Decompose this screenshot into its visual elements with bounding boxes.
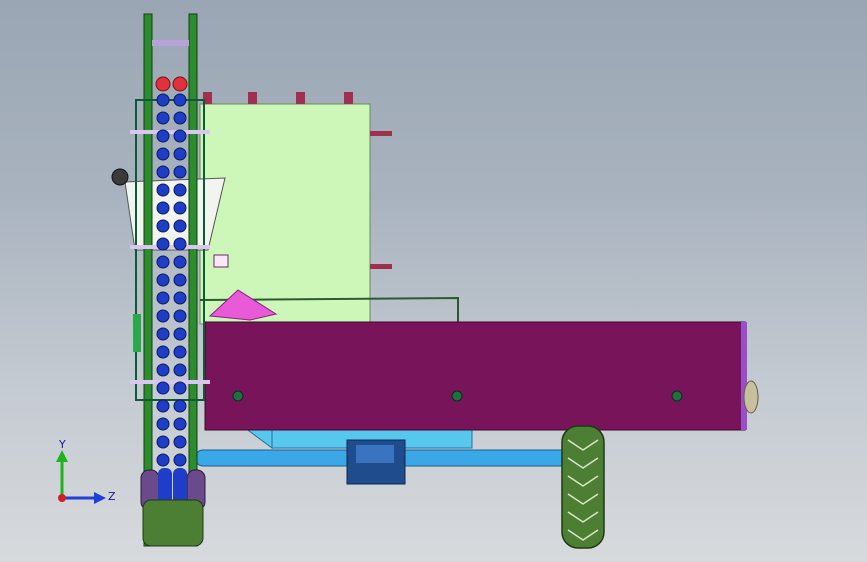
z-axis-label: Z xyxy=(108,490,116,503)
seed-drum xyxy=(156,129,170,143)
end-pulley xyxy=(743,380,759,414)
seed-drum xyxy=(156,381,170,395)
seed-drum xyxy=(156,291,170,305)
seed-drum xyxy=(156,435,170,449)
top-brackets xyxy=(203,92,353,104)
graphics-viewport[interactable]: Y Z xyxy=(0,0,867,562)
seed-drums xyxy=(156,93,187,467)
roller-cap xyxy=(155,76,171,92)
gearbox-top xyxy=(356,445,394,463)
seed-drum xyxy=(173,183,187,197)
seed-drum xyxy=(173,129,187,143)
machine-model[interactable] xyxy=(0,0,867,562)
conveyor-bolt xyxy=(232,390,244,402)
seed-drum xyxy=(156,237,170,251)
conveyor-bolt xyxy=(451,390,463,402)
seed-drum xyxy=(173,165,187,179)
seed-drum xyxy=(173,345,187,359)
conveyor-end-cap xyxy=(741,322,747,430)
seed-drum xyxy=(156,93,170,107)
seed-drum xyxy=(173,255,187,269)
seed-drum xyxy=(156,183,170,197)
seed-drum xyxy=(173,93,187,107)
hopper-label-box xyxy=(213,254,229,268)
left-tire xyxy=(142,499,204,547)
seed-drum xyxy=(156,363,170,377)
seed-drum xyxy=(156,165,170,179)
seed-drum xyxy=(173,453,187,467)
seed-drum xyxy=(173,435,187,449)
hopper-panel xyxy=(199,103,371,325)
chain-frame xyxy=(130,13,210,547)
seed-drum xyxy=(156,345,170,359)
seed-drum xyxy=(173,273,187,287)
seed-drum xyxy=(156,309,170,323)
seed-drum xyxy=(173,291,187,305)
seed-drum xyxy=(156,147,170,161)
seed-drum xyxy=(156,327,170,341)
seed-drum xyxy=(173,381,187,395)
side-cylinder xyxy=(133,314,141,352)
seed-drum xyxy=(173,327,187,341)
seed-drum xyxy=(156,273,170,287)
conveyor-box xyxy=(204,321,746,431)
coordinate-triad: Y Z xyxy=(56,440,116,504)
side-sprocket xyxy=(111,168,129,186)
seed-drum xyxy=(156,255,170,269)
seed-drum xyxy=(173,201,187,215)
base-bracket xyxy=(243,427,273,449)
seed-drum xyxy=(156,417,170,431)
seed-drum xyxy=(173,111,187,125)
conveyor-bolt xyxy=(671,390,683,402)
seed-drum xyxy=(173,219,187,233)
seed-drum xyxy=(156,111,170,125)
seed-drum xyxy=(156,399,170,413)
seed-drum xyxy=(173,399,187,413)
seed-drum xyxy=(156,201,170,215)
y-axis-label: Y xyxy=(58,440,66,451)
seed-drum xyxy=(173,237,187,251)
roller-cap xyxy=(172,76,188,92)
side-bolts xyxy=(370,131,392,269)
seed-drum xyxy=(156,453,170,467)
seed-drum xyxy=(173,147,187,161)
seed-drum xyxy=(156,219,170,233)
seed-drum xyxy=(173,363,187,377)
seed-drum xyxy=(173,309,187,323)
seed-drum xyxy=(173,417,187,431)
